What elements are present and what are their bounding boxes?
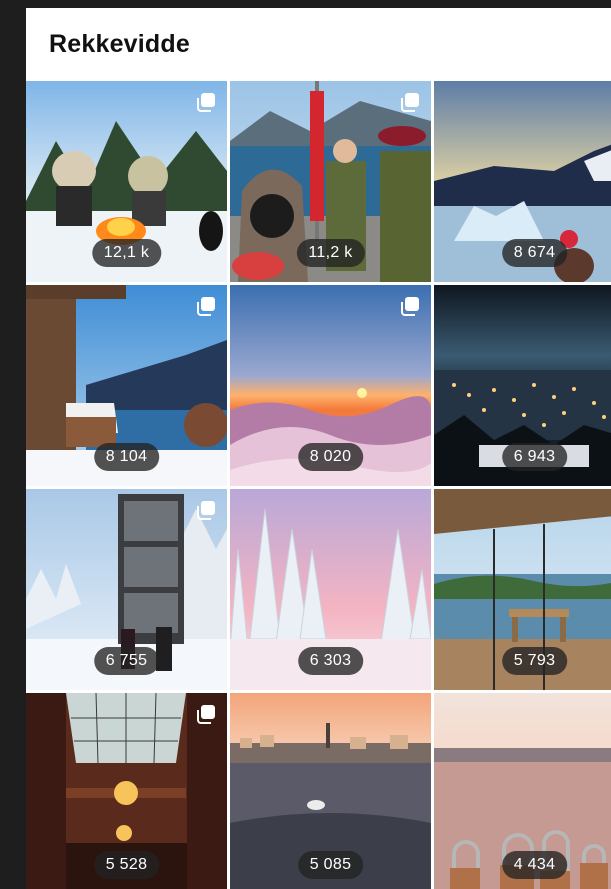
multiple-images-icon <box>197 501 215 520</box>
post-tile-6[interactable]: 6 943 <box>434 285 611 486</box>
reach-count-badge: 6 303 <box>297 647 364 675</box>
multiple-images-icon <box>197 705 215 724</box>
multiple-images-icon <box>197 93 215 112</box>
reach-count-badge: 5 793 <box>501 647 568 675</box>
reach-count-badge: 8 104 <box>93 443 160 471</box>
post-tile-2[interactable]: 11,2 k <box>230 81 431 282</box>
reach-panel: Rekkevidde 12,1 k 11,2 k 8 674 8 104 8 0… <box>26 8 611 889</box>
multiple-images-icon <box>401 297 419 316</box>
post-tile-11[interactable]: 5 085 <box>230 693 431 889</box>
post-tile-1[interactable]: 12,1 k <box>26 81 227 282</box>
reach-count-badge: 8 020 <box>297 443 364 471</box>
reach-count-badge: 6 943 <box>501 443 568 471</box>
post-grid: 12,1 k 11,2 k 8 674 8 104 8 020 6 943 6 … <box>26 81 611 889</box>
post-tile-12[interactable]: 4 434 <box>434 693 611 889</box>
reach-count-badge: 12,1 k <box>91 239 162 267</box>
reach-count-badge: 8 674 <box>501 239 568 267</box>
reach-count-badge: 5 528 <box>93 851 160 879</box>
multiple-images-icon <box>197 297 215 316</box>
post-tile-5[interactable]: 8 020 <box>230 285 431 486</box>
post-tile-10[interactable]: 5 528 <box>26 693 227 889</box>
multiple-images-icon <box>401 93 419 112</box>
header: Rekkevidde <box>26 8 611 81</box>
post-tile-7[interactable]: 6 755 <box>26 489 227 690</box>
post-tile-4[interactable]: 8 104 <box>26 285 227 486</box>
page-title: Rekkevidde <box>49 30 190 58</box>
reach-count-badge: 6 755 <box>93 647 160 675</box>
reach-count-badge: 5 085 <box>297 851 364 879</box>
post-tile-9[interactable]: 5 793 <box>434 489 611 690</box>
reach-count-badge: 11,2 k <box>296 239 365 267</box>
post-tile-8[interactable]: 6 303 <box>230 489 431 690</box>
post-tile-3[interactable]: 8 674 <box>434 81 611 282</box>
reach-count-badge: 4 434 <box>501 851 568 879</box>
